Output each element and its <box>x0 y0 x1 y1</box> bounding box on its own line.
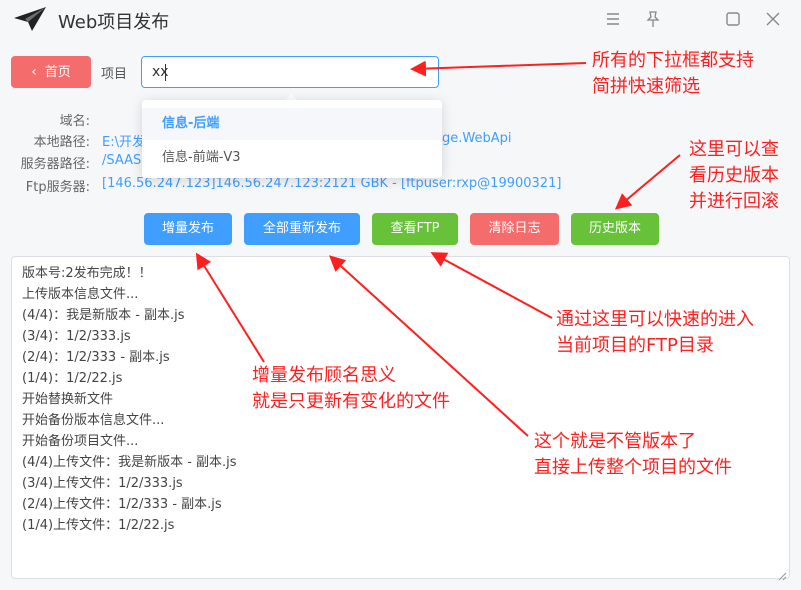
annotation-line: 通过这里可以快速的进入 <box>556 309 754 330</box>
annotation-incremental: 增量发布顾名思义 就是只更新有变化的文件 <box>252 363 450 415</box>
arrow-to-incremental <box>195 252 265 363</box>
annotation-line: 看历史版本 <box>689 165 779 186</box>
annotation-line: 并进行回滚 <box>689 191 779 212</box>
annotation-line: 增量发布顾名思义 <box>252 365 396 386</box>
arrow-to-history <box>614 154 681 210</box>
arrow-to-dropdown <box>410 60 587 77</box>
annotation-line: 这里可以查 <box>689 139 779 160</box>
annotation-republish: 这个就是不管版本了 直接上传整个项目的文件 <box>534 429 732 481</box>
annotation-line: 简拼快速筛选 <box>592 76 700 97</box>
annotation-line: 当前项目的FTP目录 <box>556 335 714 356</box>
annotation-line: 直接上传整个项目的文件 <box>534 457 732 478</box>
annotation-line: 所有的下拉框都支持 <box>592 50 754 71</box>
annotation-line: 就是只更新有变化的文件 <box>252 391 450 412</box>
annotation-history: 这里可以查 看历史版本 并进行回滚 <box>689 137 779 215</box>
annotation-line: 这个就是不管版本了 <box>534 431 696 452</box>
arrow-to-ftp <box>430 252 553 319</box>
annotation-dropdown: 所有的下拉框都支持 简拼快速筛选 <box>592 48 754 100</box>
annotation-ftp: 通过这里可以快速的进入 当前项目的FTP目录 <box>556 307 754 359</box>
